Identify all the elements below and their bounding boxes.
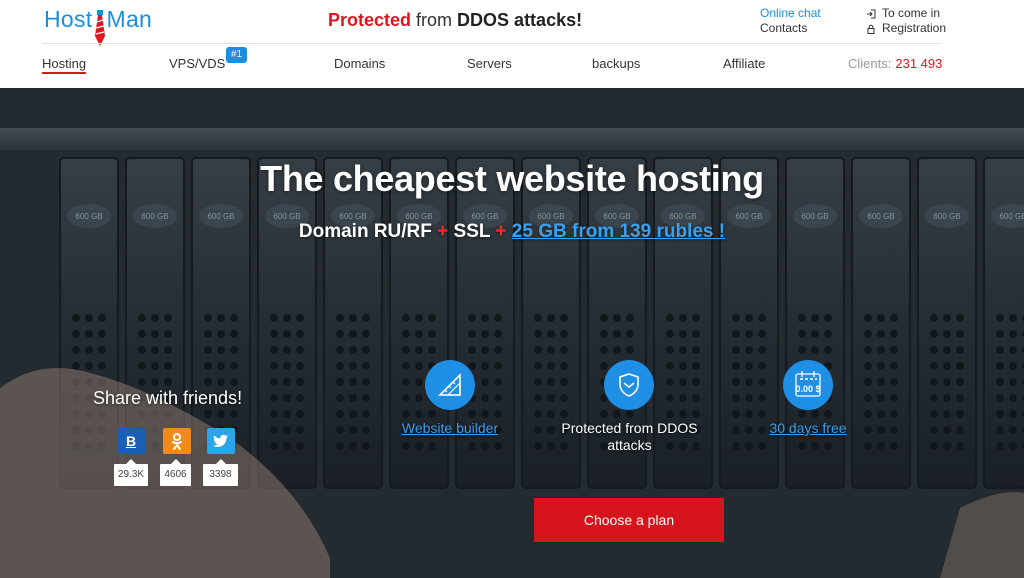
login-icon: [867, 9, 876, 18]
hero-subtitle: Domain RU/RF + SSL + 25 GB from 139 rubl…: [0, 221, 1024, 243]
clients-label: Clients:: [848, 56, 892, 71]
subtitle-plus-2: +: [490, 221, 512, 242]
share-title: Share with friends!: [93, 388, 243, 408]
tagline-middle: from: [411, 10, 458, 30]
odnoklassniki-share-count: 4606: [160, 459, 191, 486]
site-header: Host Man Protected from DDOS attacks! On…: [0, 0, 1024, 88]
vk-share-button[interactable]: В: [117, 428, 145, 454]
nav-item-backups[interactable]: backups: [592, 56, 640, 71]
login-link[interactable]: To come in: [866, 6, 946, 21]
ddos-feature-icon: [604, 360, 654, 410]
header-tagline: Protected from DDOS attacks!: [328, 10, 582, 31]
odnoklassniki-icon: [172, 433, 182, 450]
lock-icon: [867, 24, 875, 34]
choose-plan-button[interactable]: Choose a plan: [534, 498, 724, 542]
tagline-highlight: Protected: [328, 10, 412, 30]
logo-text-right: Man: [106, 6, 153, 32]
clients-counter: Clients: 231 493: [848, 56, 942, 71]
subtitle-plus-1: +: [431, 221, 454, 242]
nav-item-vps[interactable]: VPS/VDS: [169, 56, 225, 71]
subtitle-domain: Domain RU/RF: [298, 221, 432, 242]
register-link[interactable]: Registration: [866, 21, 946, 36]
tagline-bold: DDOS attacks!: [457, 10, 583, 30]
price-link[interactable]: 25 GB from 139 rubles: [512, 221, 714, 242]
ddos-feature-label: Protected from DDOS attacks: [561, 420, 698, 453]
website-builder-link[interactable]: Website builder: [395, 420, 505, 437]
auth-links: To come in Registration: [866, 6, 946, 36]
register-label: Registration: [882, 21, 947, 35]
hero-banner: 600 GB 600 GB 600 GB 600 GB 600 GB 600 GB 600 …: [0, 88, 1024, 578]
nav-item-servers[interactable]: Servers: [467, 56, 512, 71]
vk-share-count: 29.3K: [114, 459, 148, 486]
website-builder-feature-icon: [425, 360, 475, 410]
clients-count: 231 493: [895, 56, 943, 71]
twitter-icon: [213, 434, 228, 447]
online-chat-link[interactable]: Online chat: [760, 6, 821, 21]
free-trial-feature-icon: 0.00 $: [783, 360, 833, 410]
nav-item-affiliate[interactable]: Affiliate: [723, 56, 765, 71]
contacts-link[interactable]: Contacts: [760, 21, 821, 36]
subtitle-end: !: [713, 221, 726, 242]
subtitle-ssl: SSL: [453, 221, 491, 242]
free-trial-link[interactable]: 30 days free: [760, 420, 856, 437]
ruler-triangle-icon: [438, 373, 461, 396]
support-links: Online chat Contacts: [760, 6, 821, 36]
odnoklassniki-share-button[interactable]: [163, 428, 191, 454]
twitter-share-count: 3398: [203, 459, 238, 486]
tie-icon: [94, 6, 106, 46]
shield-icon: [619, 373, 639, 397]
vps-rank-badge: #1: [226, 47, 248, 63]
twitter-share-button[interactable]: [207, 428, 235, 454]
vk-icon: В: [125, 433, 137, 449]
logo[interactable]: Host Man: [44, 6, 153, 46]
nav-item-domains[interactable]: Domains: [334, 56, 385, 71]
calendar-price-text: 0.00 $: [795, 384, 821, 394]
logo-text-left: Host: [44, 6, 93, 32]
login-label: To come in: [882, 6, 941, 20]
nav-item-hosting[interactable]: Hosting: [42, 56, 87, 74]
hero-title: The cheapest website hosting: [260, 158, 764, 199]
